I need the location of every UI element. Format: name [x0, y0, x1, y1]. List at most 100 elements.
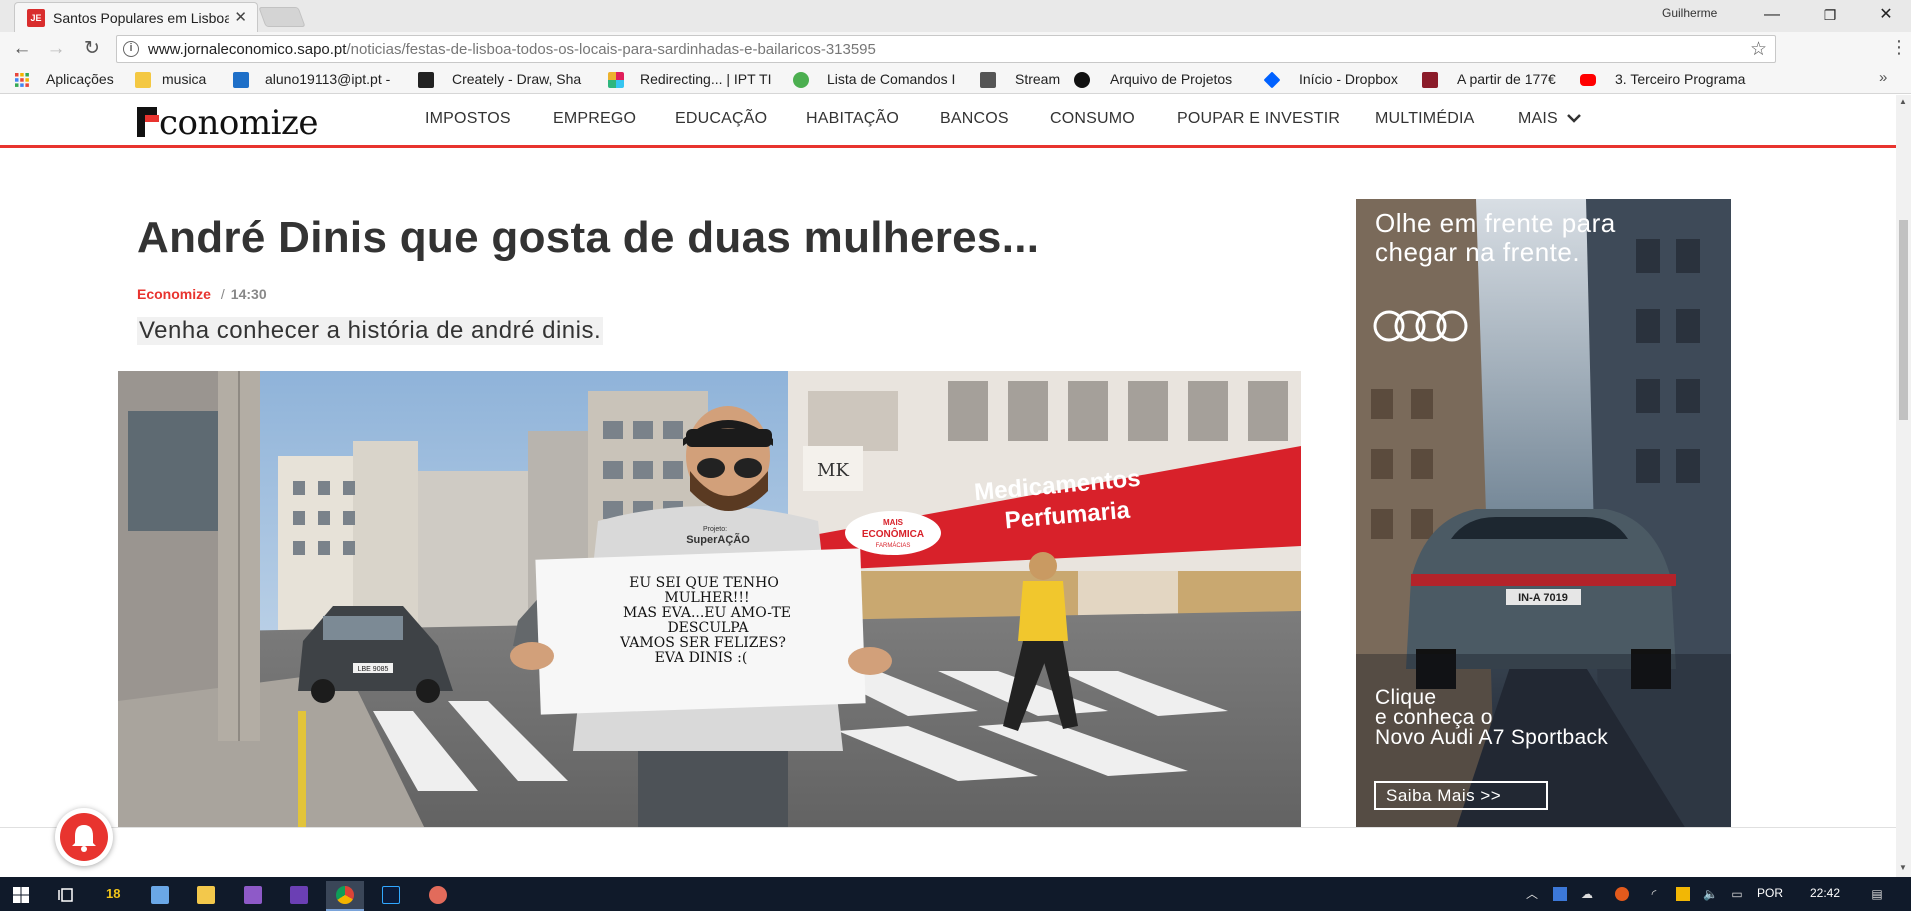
store-logo-2: ECONÔMICA [862, 527, 924, 540]
ad-cta-line-1: Clique [1375, 686, 1437, 709]
ticket-icon [1422, 72, 1438, 88]
windows-taskbar: 18 ︿ ☁ ◜ 🔈 ▭ POR 22:42 ▤ [0, 877, 1911, 911]
tray-chevron-up-icon[interactable]: ︿ [1525, 887, 1539, 901]
slack-icon [608, 72, 624, 88]
bell-icon [72, 825, 96, 852]
language-indicator[interactable]: POR [1757, 886, 1783, 900]
car-plate: LBE 9085 [358, 666, 389, 673]
bookmark-outlook[interactable]: aluno19113@ipt.pt - [233, 70, 403, 90]
tab-active[interactable]: JE Santos Populares em Lisboa: todos os … [14, 2, 258, 32]
notification-bell-button[interactable] [55, 808, 113, 866]
battery-icon[interactable]: ▭ [1730, 887, 1744, 901]
logo-e-mark-icon [137, 107, 161, 137]
nav-multimedia[interactable]: MULTIMÉDIA [1375, 110, 1474, 128]
bookmark-folder-musica[interactable]: musica [135, 70, 220, 90]
task-view-icon [58, 888, 73, 902]
chrome-icon [336, 886, 354, 904]
bookmark-youtube[interactable]: 3. Terceiro Programa [1580, 70, 1750, 90]
task-view-button[interactable] [48, 881, 86, 911]
bookmark-dropbox[interactable]: Início - Dropbox [1264, 70, 1414, 90]
back-arrow-icon[interactable]: ← [10, 37, 34, 61]
nav-poupar-e-investir[interactable]: POUPAR E INVESTIR [1177, 110, 1340, 128]
lightbulb-icon [418, 72, 434, 88]
meta-separator: / [220, 286, 225, 302]
sign-line-3: MAS EVA...EU AMO-TE [623, 605, 791, 621]
new-tab-button[interactable] [258, 7, 306, 27]
forward-arrow-icon[interactable]: → [44, 37, 68, 61]
leaf-icon [793, 72, 809, 88]
taskbar-app-photoshop[interactable] [372, 881, 410, 911]
nav-consumo[interactable]: CONSUMO [1050, 110, 1135, 128]
reload-icon[interactable]: ↻ [80, 37, 104, 61]
bookmark-a-partir[interactable]: A partir de 177€ [1422, 70, 1572, 90]
site-info-icon[interactable]: i [123, 41, 139, 57]
ad-car-plate: IN-A 7019 [1518, 592, 1568, 604]
ad-cta-text: Clique e conheça o Novo Audi A7 Sportbac… [1375, 686, 1608, 748]
tab-close-icon[interactable]: ✕ [234, 8, 247, 26]
page-scrollbar[interactable]: ▲ ▼ [1896, 95, 1911, 877]
tripadvisor-icon [1074, 72, 1090, 88]
article-lead: Venha conhecer a história de andré dinis… [137, 317, 604, 345]
bookmark-star-icon[interactable]: ☆ [1750, 38, 1767, 61]
nav-habitacao[interactable]: HABITAÇÃO [806, 110, 899, 128]
apps-grid-icon [15, 73, 29, 87]
sign-line-5: VAMOS SER FELIZES? [619, 635, 786, 651]
article-category-link[interactable]: Economize [137, 286, 211, 302]
taskbar-app-18[interactable]: 18 [96, 881, 134, 911]
wifi-icon[interactable]: ◜ [1647, 887, 1661, 901]
ad-saiba-mais-button[interactable]: Saiba Mais >> [1374, 781, 1548, 810]
nav-mais[interactable]: MAIS [1518, 110, 1581, 128]
bookmark-comandos[interactable]: Lista de Comandos I [793, 70, 963, 90]
restore-button[interactable]: ❐ [1810, 4, 1850, 26]
nav-bancos[interactable]: BANCOS [940, 110, 1009, 128]
close-window-button[interactable]: ✕ [1866, 4, 1906, 26]
taskbar-app-explorer[interactable] [187, 881, 225, 911]
ad-headline: Olhe em frente para chegar na frente. [1375, 208, 1616, 267]
url-text[interactable]: www.jornaleconomico.sapo.pt/noticias/fes… [148, 41, 876, 58]
bookmark-stream[interactable]: Stream [980, 70, 1060, 90]
taskbar-app-visual-studio-2[interactable] [280, 881, 318, 911]
tray-app-2-icon[interactable] [1615, 887, 1629, 901]
nav-emprego[interactable]: EMPREGO [553, 110, 636, 128]
outlook-icon [233, 72, 249, 88]
taskbar-app-visual-studio[interactable] [234, 881, 272, 911]
audi-ad[interactable]: IN-A 7019 Olhe em frente para chegar na … [1356, 199, 1731, 829]
billboard-text: MK [817, 460, 849, 481]
article-photo: Medicamentos Perfumaria MAIS ECONÔMICA F… [118, 371, 1301, 876]
taskbar-app-chrome[interactable] [326, 881, 364, 911]
tray-app-icon[interactable] [1553, 887, 1567, 901]
bookmark-apps[interactable]: Aplicações [14, 70, 134, 90]
bookmarks-overflow-icon[interactable]: » [1879, 69, 1887, 86]
store-logo-1: MAIS [883, 518, 904, 527]
security-icon[interactable] [1676, 887, 1690, 901]
action-center-icon[interactable]: ▤ [1870, 887, 1884, 901]
chevron-down-icon [1566, 114, 1581, 123]
system-clock[interactable]: 22:42 [1810, 886, 1840, 900]
bookmark-creately[interactable]: Creately - Draw, Sha [418, 70, 590, 90]
browser-menu-icon[interactable]: ⋮ [1890, 37, 1908, 58]
nav-educacao[interactable]: EDUCAÇÃO [675, 110, 767, 128]
photoshop-icon [382, 886, 400, 904]
nav-impostos[interactable]: IMPOSTOS [425, 110, 511, 128]
profile-name[interactable]: Guilherme [1662, 6, 1717, 20]
bookmark-arquivo[interactable]: Arquivo de Projetos [1074, 70, 1244, 90]
taskbar-app-paint[interactable] [419, 881, 457, 911]
scroll-thumb[interactable] [1899, 220, 1908, 420]
volume-icon[interactable]: 🔈 [1703, 887, 1718, 901]
address-bar[interactable]: i www.jornaleconomico.sapo.pt/noticias/f… [116, 35, 1776, 63]
onedrive-icon[interactable]: ☁ [1580, 887, 1594, 901]
taskbar-app-3d[interactable] [141, 881, 179, 911]
windows-start-button[interactable] [2, 881, 40, 911]
logo-word: conomize [159, 103, 319, 143]
stream-icon [980, 72, 996, 88]
taskbar-badge: 18 [106, 886, 121, 901]
scroll-down-icon[interactable]: ▼ [1899, 863, 1907, 872]
browser-tab-strip: JE Santos Populares em Lisboa: todos os … [0, 0, 1911, 32]
sign-line-4: DESCULPA [667, 620, 749, 636]
sign-line-6: EVA DINIS :( [655, 650, 748, 666]
sign-line-1: EU SEI QUE TENHO [629, 575, 779, 591]
bookmark-ipt[interactable]: Redirecting... | IPT TI [608, 70, 776, 90]
article-time: 14:30 [230, 286, 267, 302]
minimize-button[interactable]: — [1752, 4, 1792, 26]
scroll-up-icon[interactable]: ▲ [1899, 97, 1907, 106]
